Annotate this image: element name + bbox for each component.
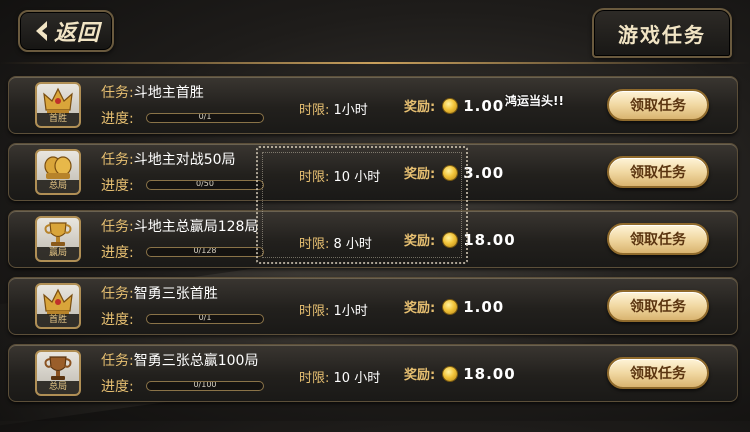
task-prefix: 任务: [101,152,134,168]
task-row: 首胜 任务:智勇三张首胜 进度: 0/1 时限: 1小时 奖励: 1.00 领取… [8,277,738,335]
time-label: 时限: [299,103,330,118]
chevron-left-icon [35,21,47,41]
progress-text: 0/100 [193,381,217,389]
task-row: 总局 任务:智勇三张总赢100局 进度: 0/100 时限: 10 小时 奖励:… [8,344,738,402]
back-label: 返回 [53,21,100,46]
task-name: 智勇三张首胜 [133,286,218,302]
claim-task-button[interactable]: 领取任务 [607,223,709,255]
reward-label: 奖励: [404,368,436,383]
task-prefix: 任务: [101,85,134,101]
trophy-icon [44,222,72,246]
progress-bar: 0/128 [146,247,264,257]
task-prefix: 任务: [101,353,134,369]
task-title: 任务:智勇三张首胜 [101,283,218,303]
task-prefix: 任务: [101,286,134,302]
icon-caption: 赢局 [37,247,79,260]
time-value: 1小时 [333,103,368,118]
back-button[interactable]: 返回 [18,10,114,52]
progress-text: 0/1 [198,314,212,322]
icon-caption: 首胜 [37,314,79,327]
time-value: 1小时 [333,304,368,319]
task-name: 斗地主总赢局128局 [133,219,259,235]
claim-task-button[interactable]: 领取任务 [607,156,709,188]
task-icon-frame: 首胜 [35,283,81,329]
time-limit: 时限: 10 小时 [299,367,380,386]
coin-icon [443,366,458,381]
reward-label: 奖励: [404,301,436,316]
reward-amount: 1.00 [463,297,505,316]
task-name: 智勇三张总赢100局 [133,353,259,369]
progress-bar: 0/50 [146,180,264,190]
header-divider [0,62,750,64]
reward-label: 奖励: [404,100,436,115]
time-label: 时限: [299,304,330,319]
time-label: 时限: [299,371,330,386]
task-icon-frame: 首胜 [35,82,81,128]
progress-label: 进度: [101,245,134,261]
page-title-plate: 游戏任务 [592,8,732,58]
reward: 奖励: 1.00 [404,297,505,317]
task-title: 任务:斗地主对战50局 [101,149,236,169]
progress-bar: 0/1 [146,314,264,324]
progress-text: 0/1 [198,113,212,121]
task-name: 斗地主首胜 [133,85,204,101]
icon-caption: 首胜 [37,113,79,126]
task-icon-frame: 总局 [35,350,81,396]
crown-stack-icon [44,156,72,179]
time-value: 10 小时 [333,371,381,386]
reward: 奖励: 18.00 [404,364,516,384]
progress-label: 进度: [101,312,134,328]
reward-amount: 1.00 [463,96,505,115]
reward-amount: 18.00 [463,364,516,383]
claim-task-button[interactable]: 领取任务 [607,357,709,389]
task-icon-frame: 赢局 [35,216,81,262]
crown-icon [43,288,73,315]
icon-caption: 总局 [37,381,79,394]
claim-task-button[interactable]: 领取任务 [607,290,709,322]
task-title: 任务:斗地主总赢局128局 [101,216,258,236]
coin-icon [443,98,458,113]
progress-label: 进度: [101,178,134,194]
promo-text: 鸿运当头!! [505,94,564,108]
task-row: 首胜 任务:斗地主首胜 进度: 0/1 时限: 1小时 奖励: 1.00 领取任… [8,76,738,134]
time-limit: 时限: 1小时 [299,300,368,319]
task-name: 斗地主对战50局 [133,152,236,168]
icon-caption: 总局 [37,180,79,193]
task-prefix: 任务: [101,219,134,235]
page-title: 游戏任务 [618,22,706,47]
time-limit: 时限: 1小时 [299,99,368,118]
coin-icon [443,299,458,314]
progress-label: 进度: [101,379,134,395]
task-icon-frame: 总局 [35,149,81,195]
reward-amount: 18.00 [463,230,516,249]
progress-label: 进度: [101,111,134,127]
task-title: 任务:斗地主首胜 [101,82,204,102]
progress-bar: 0/100 [146,381,264,391]
progress-text: 0/50 [196,180,214,188]
progress-bar: 0/1 [146,113,264,123]
progress-text: 0/128 [193,247,217,255]
reward-amount: 3.00 [463,163,505,182]
crown-icon [43,87,73,114]
claim-task-button[interactable]: 领取任务 [607,89,709,121]
watermark-stamp [256,146,468,264]
reward: 奖励: 1.00 [404,96,505,116]
task-title: 任务:智勇三张总赢100局 [101,350,258,370]
trophy-icon [44,356,72,380]
